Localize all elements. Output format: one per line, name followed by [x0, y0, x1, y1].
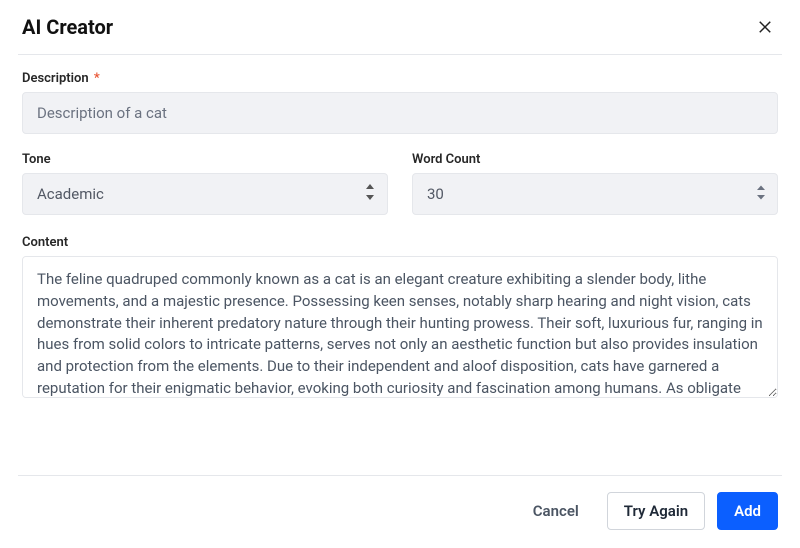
add-button[interactable]: Add	[717, 492, 778, 530]
word-count-input[interactable]	[412, 173, 778, 215]
tone-label: Tone	[22, 152, 388, 167]
close-icon	[756, 24, 774, 39]
tone-wordcount-row: Tone Academic Word Count	[22, 152, 778, 215]
content-textarea[interactable]: The feline quadruped commonly known as a…	[22, 256, 778, 398]
close-button[interactable]	[752, 14, 778, 40]
word-count-field: Word Count	[412, 152, 778, 215]
try-again-button[interactable]: Try Again	[607, 492, 705, 530]
description-label-text: Description	[22, 71, 89, 86]
cancel-button[interactable]: Cancel	[517, 493, 595, 529]
word-count-label: Word Count	[412, 152, 778, 167]
dialog-title: AI Creator	[22, 15, 113, 39]
ai-creator-dialog: AI Creator Description * Tone Academic	[0, 0, 800, 548]
word-count-wrap	[412, 173, 778, 215]
tone-field: Tone Academic	[22, 152, 388, 215]
tone-select-wrap: Academic	[22, 173, 388, 215]
description-input[interactable]	[22, 92, 778, 134]
required-mark: *	[94, 71, 100, 86]
dialog-body: Description * Tone Academic Word Count	[0, 55, 800, 475]
dialog-header: AI Creator	[0, 0, 800, 54]
content-label: Content	[22, 235, 778, 250]
description-label: Description *	[22, 71, 778, 86]
content-field: Content The feline quadruped commonly kn…	[22, 235, 778, 402]
tone-select[interactable]: Academic	[22, 173, 388, 215]
dialog-footer: Cancel Try Again Add	[18, 475, 782, 548]
